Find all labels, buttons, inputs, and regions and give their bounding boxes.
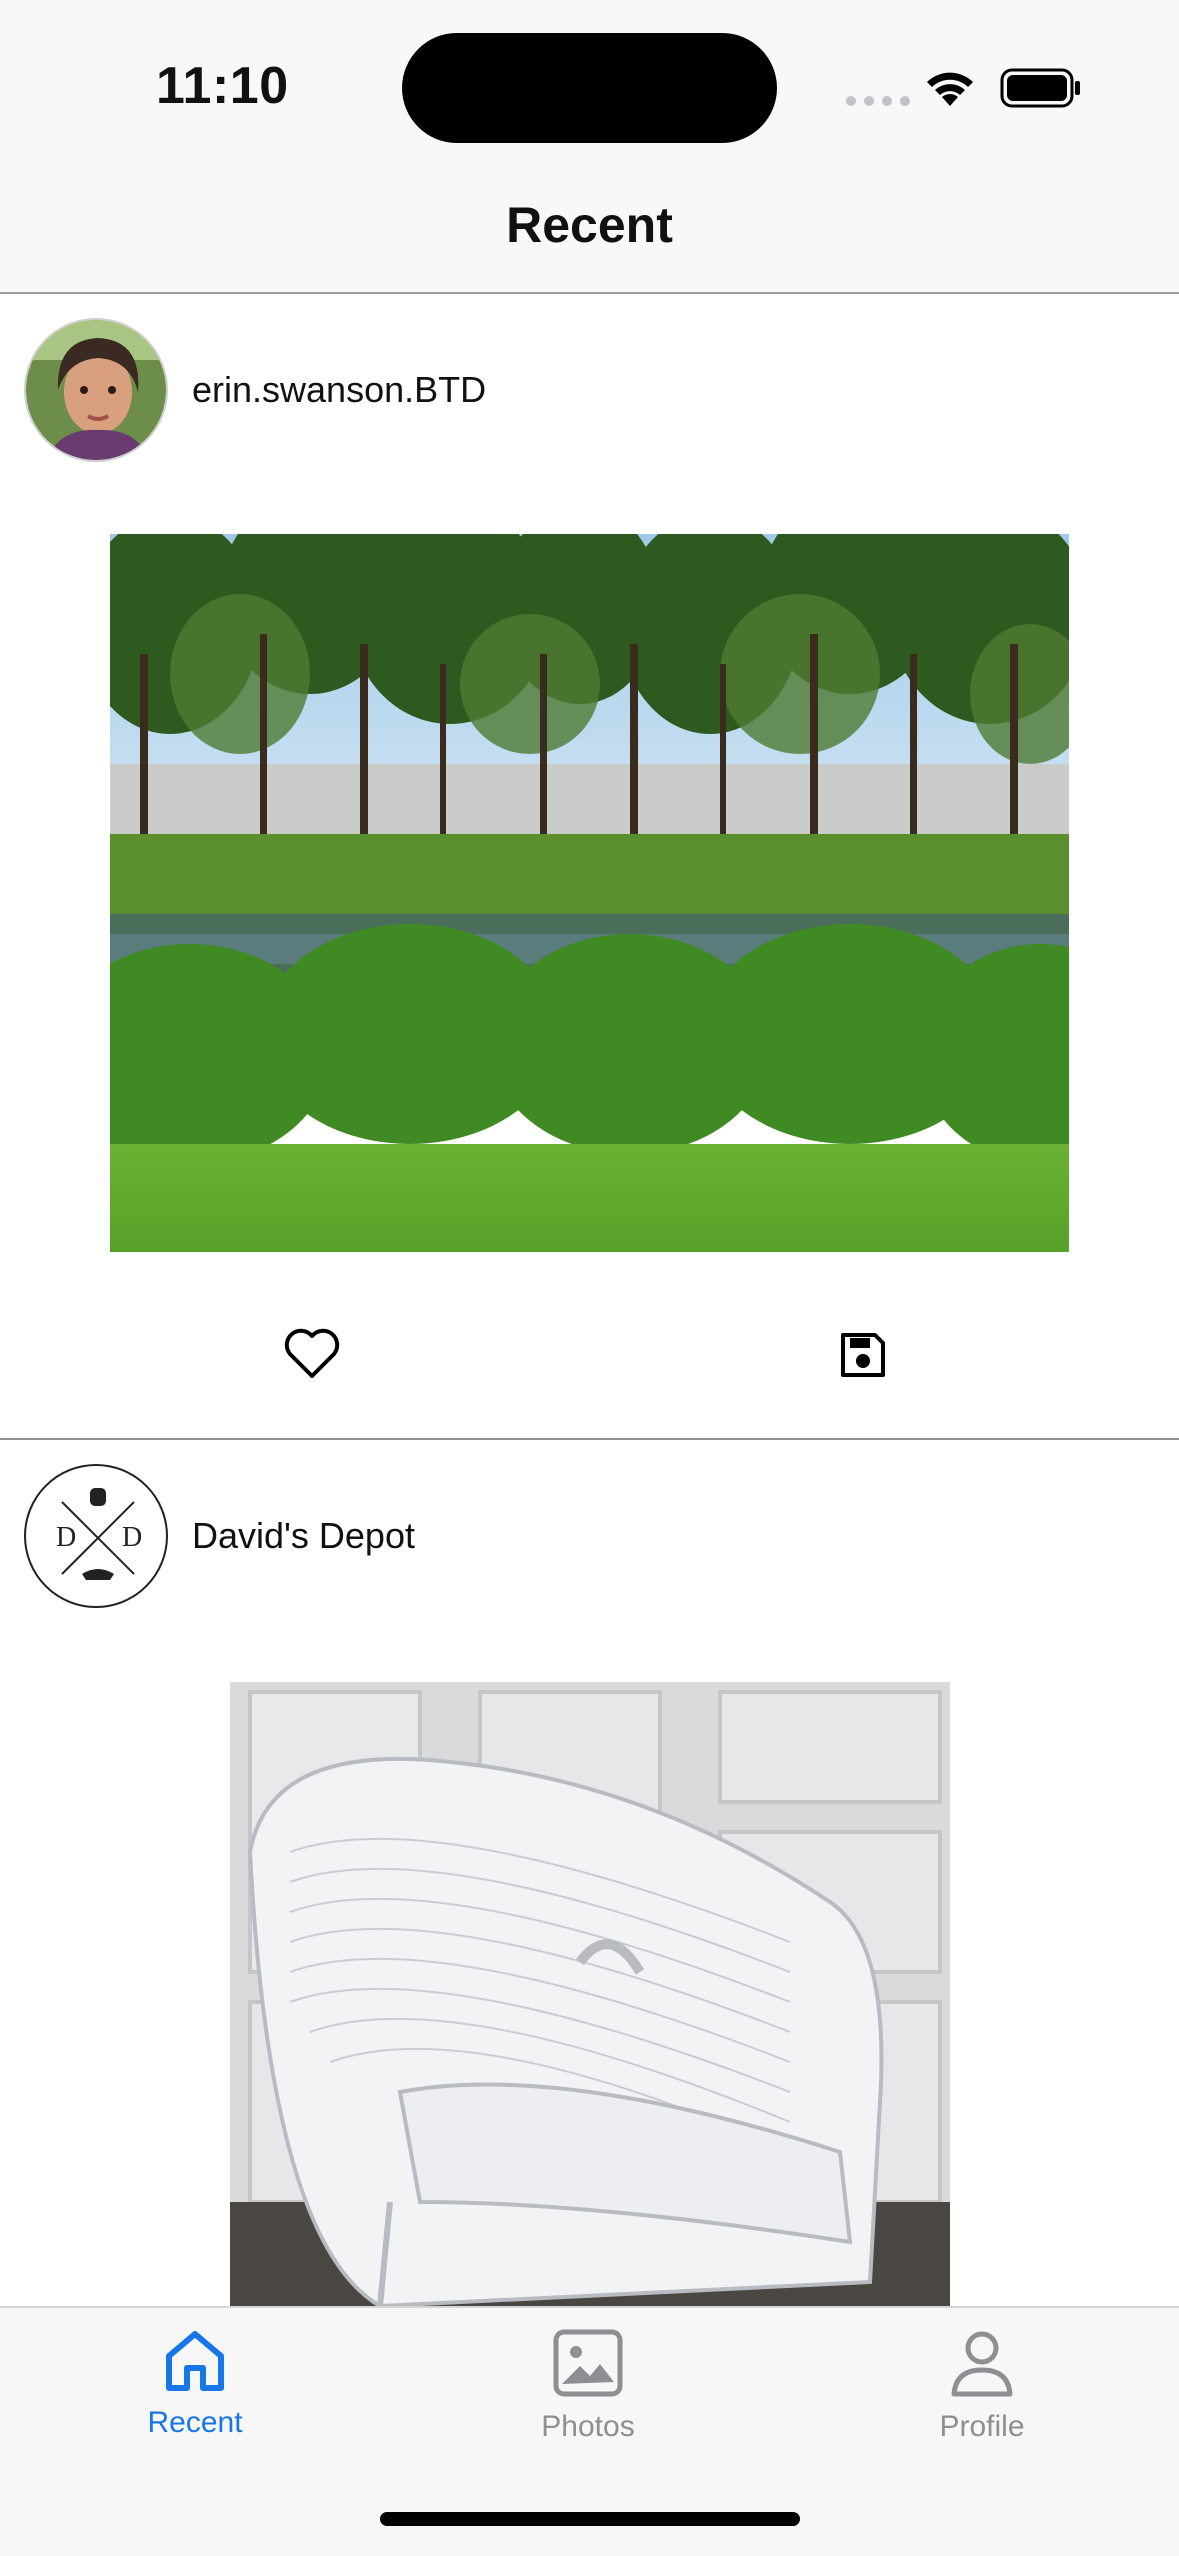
dynamic-island <box>402 33 777 143</box>
tab-profile-label: Profile <box>939 2410 1025 2443</box>
tab-photos-label: Photos <box>541 2410 635 2443</box>
status-and-nav-bar: 11:10 Recent <box>0 0 1179 294</box>
post-username[interactable]: erin.swanson.BTD <box>192 369 486 411</box>
post-header[interactable]: D D David's Depot <box>24 1464 415 1608</box>
home-indicator <box>380 2512 800 2526</box>
tab-recent[interactable]: Recent <box>95 2328 295 2440</box>
post-username[interactable]: David's Depot <box>192 1515 415 1557</box>
post-photo[interactable] <box>230 1682 950 2306</box>
battery-icon <box>1000 68 1080 108</box>
logo-letter-left: D <box>56 1522 76 1553</box>
logo-letter-right: D <box>122 1522 142 1553</box>
avatar[interactable]: D D <box>24 1464 168 1608</box>
page-title: Recent <box>506 197 673 253</box>
tab-photos[interactable]: Photos <box>488 2328 688 2444</box>
save-icon[interactable] <box>838 1330 888 1380</box>
heart-icon[interactable] <box>284 1328 340 1380</box>
tab-recent-label: Recent <box>147 2406 243 2439</box>
tab-profile[interactable]: Profile <box>882 2328 1082 2444</box>
status-time: 11:10 <box>156 57 289 115</box>
photo-icon <box>553 2329 623 2397</box>
post-card: erin.swanson.BTD <box>0 294 1179 1440</box>
post-photo[interactable] <box>110 534 1069 1252</box>
home-icon <box>166 2331 224 2391</box>
post-actions <box>0 1328 1179 1408</box>
post-header[interactable]: erin.swanson.BTD <box>24 318 486 462</box>
avatar[interactable] <box>24 318 168 462</box>
person-icon <box>951 2331 1013 2397</box>
cellular-signal-icon <box>846 96 910 106</box>
post-card: D D David's Depot <box>0 1440 1179 2306</box>
wifi-icon <box>927 72 973 106</box>
